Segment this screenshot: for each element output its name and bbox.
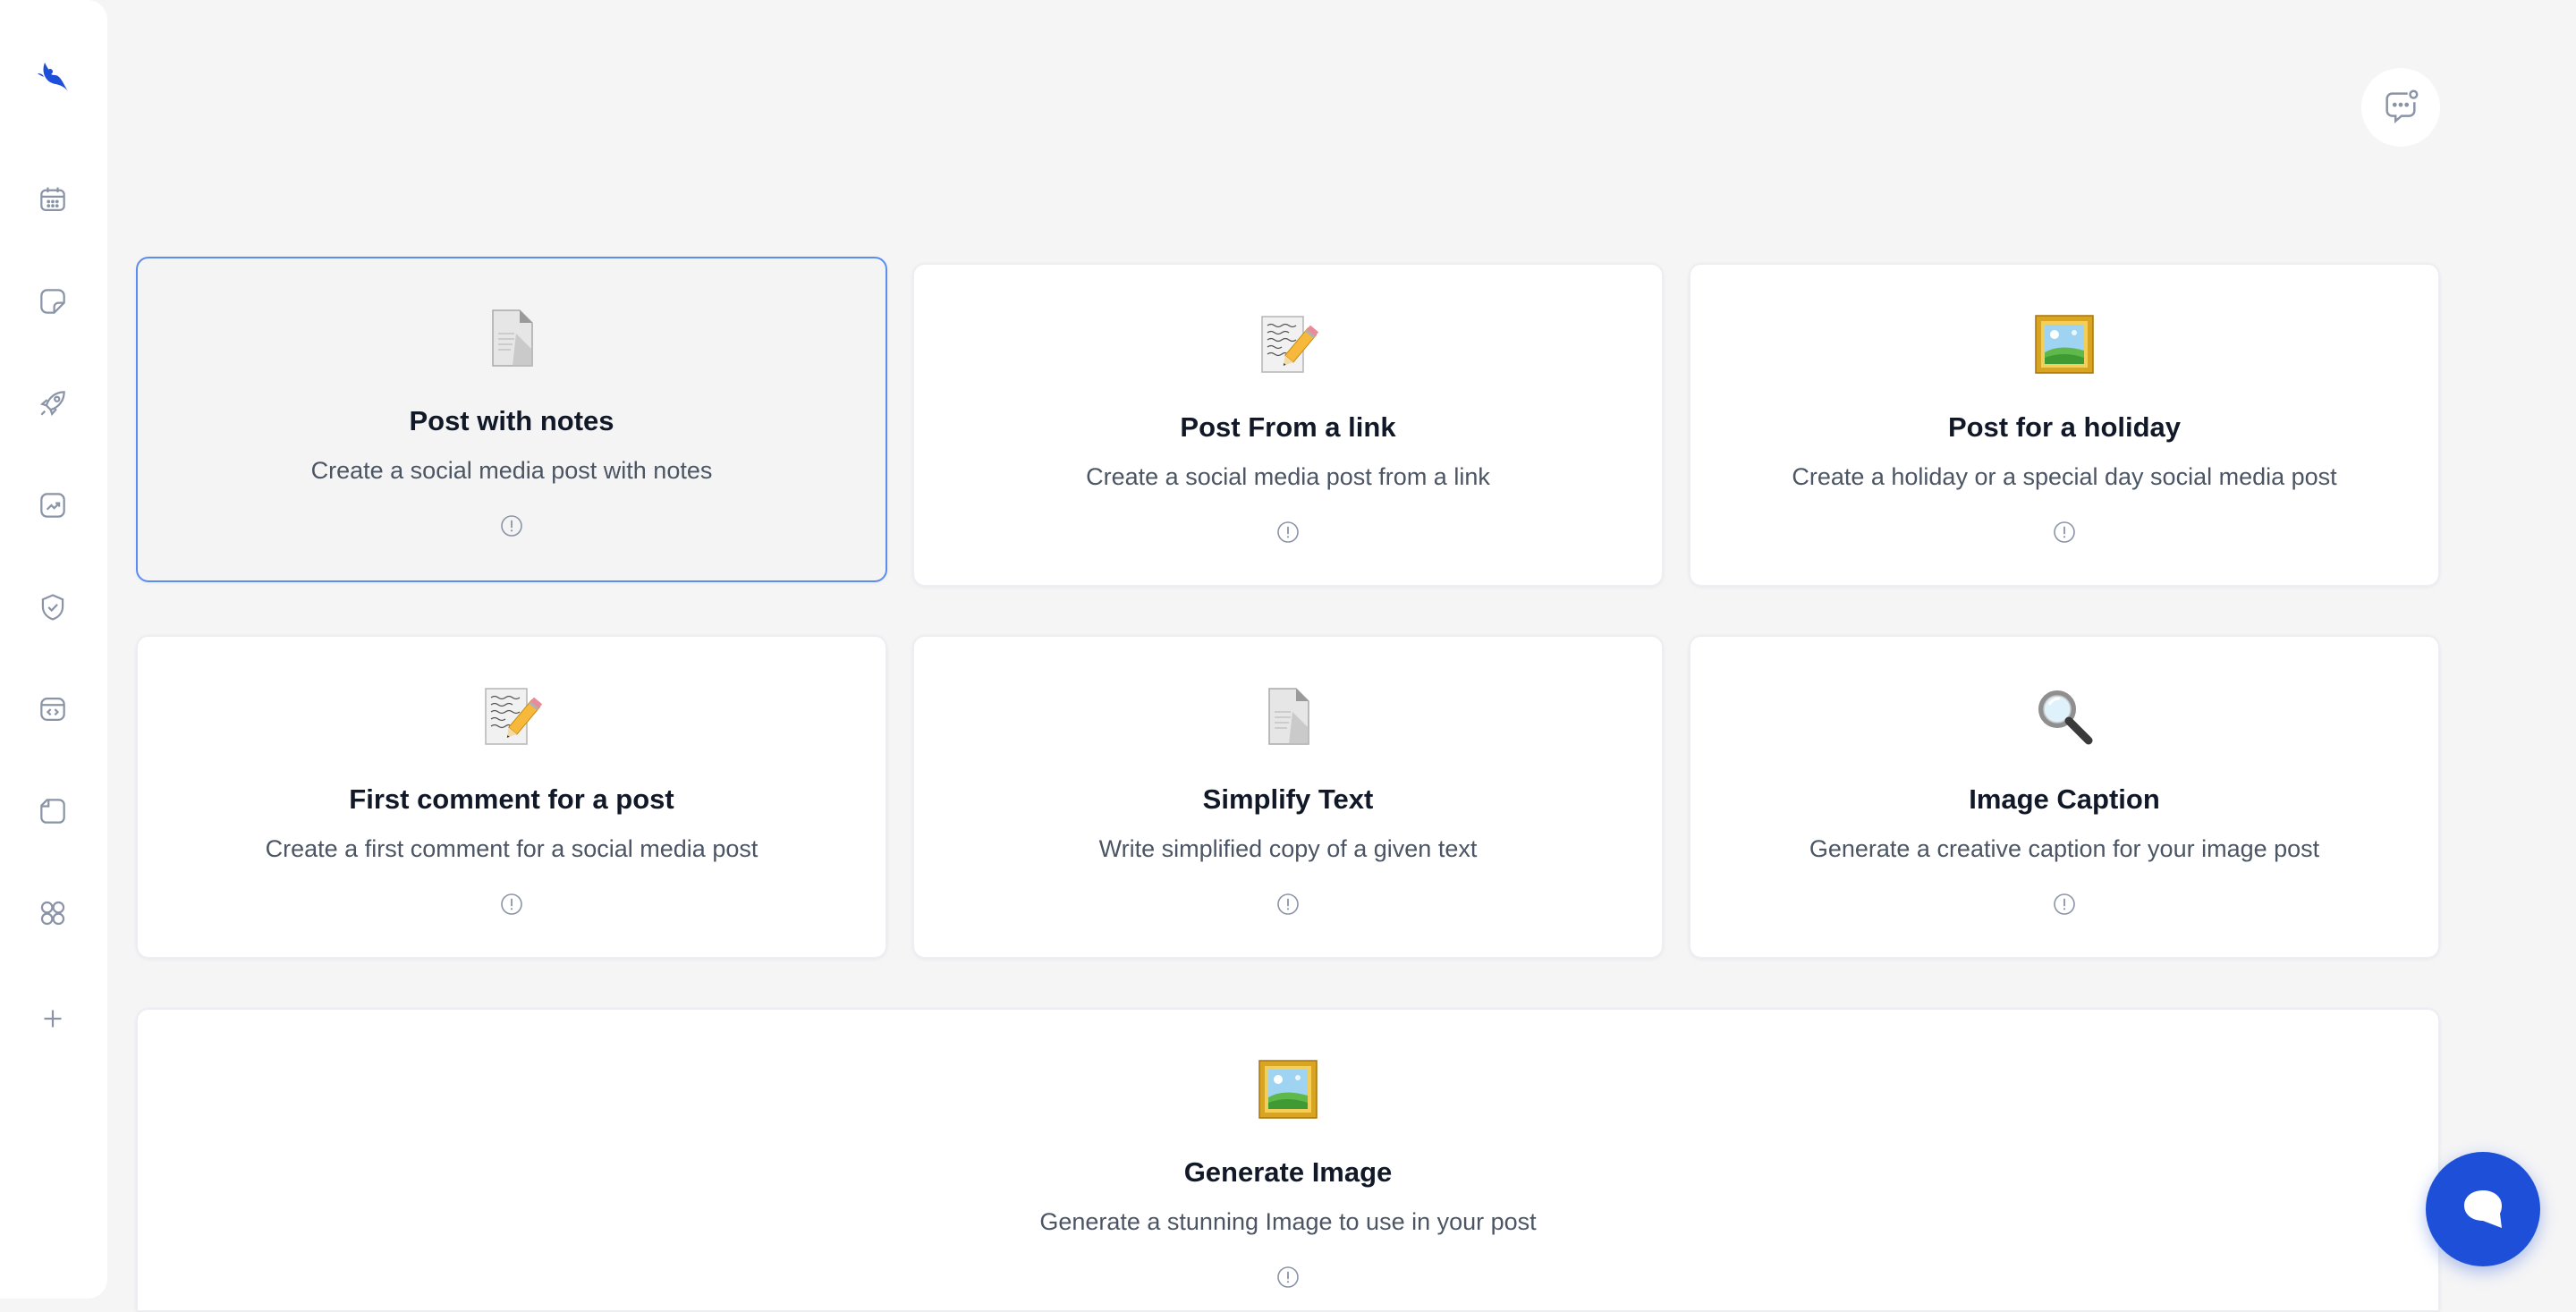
template-card-simplify-text[interactable]: Simplify Text Write simplified copy of a… [912,635,1664,959]
sidebar [0,0,107,1299]
folder-icon [40,799,65,824]
card-description: Create a first comment for a social medi… [265,835,758,862]
card-title: Post for a holiday [1947,411,2182,443]
code-window-icon [40,698,65,721]
magnifier-icon [2033,685,2096,748]
info-icon[interactable] [2053,893,2076,916]
card-title: Post with notes [409,405,614,436]
card-description: Write simplified copy of a given text [1098,835,1478,862]
rocket-icon [39,391,65,417]
sidebar-item-publish[interactable] [27,377,79,429]
analytics-icon [40,493,65,518]
card-title: Generate Image [1183,1156,1393,1188]
info-icon[interactable] [1276,1265,1300,1289]
note-icon [40,289,65,314]
page-icon [480,307,543,369]
chat-bubble-icon [2464,1190,2502,1228]
card-title: Image Caption [1969,783,2160,815]
picture-icon [2033,313,2096,376]
card-description: Create a social media post from a link [1086,463,1490,490]
sidebar-item-files[interactable] [27,785,79,837]
info-icon[interactable] [500,893,523,916]
calendar-icon [40,187,65,211]
feedback-chat-button[interactable] [2361,68,2440,147]
template-card-post-for-a-holiday[interactable]: Post for a holiday Create a holiday or a… [1689,263,2440,587]
sidebar-item-developer[interactable] [27,683,79,735]
shield-check-icon [41,594,64,621]
template-card-post-from-a-link[interactable]: Post From a link Create a social media p… [912,263,1664,587]
memo-icon [480,685,543,748]
sidebar-item-notes[interactable] [27,275,79,327]
info-icon[interactable] [1276,521,1300,544]
card-description: Generate a stunning Image to use in your… [1039,1208,1537,1235]
info-icon[interactable] [500,514,523,537]
sidebar-item-calendar[interactable] [27,174,79,225]
card-title: Simplify Text [1202,783,1374,815]
chat-bubble-dots-icon [2385,89,2419,124]
memo-icon [1257,313,1319,376]
bird-logo-icon[interactable] [32,57,72,97]
template-card-first-comment[interactable]: First comment for a post Create a first … [136,635,887,959]
template-card-generate-image[interactable]: Generate Image Generate a stunning Image… [136,1008,2440,1312]
sidebar-item-add[interactable] [27,993,79,1045]
card-title: First comment for a post [349,783,674,815]
picture-icon [1257,1058,1319,1121]
card-description: Generate a creative caption for your ima… [1809,835,2320,862]
card-description: Create a social media post with notes [310,457,713,484]
plus-icon [44,1010,62,1028]
sidebar-item-apps[interactable] [27,887,79,939]
info-icon[interactable] [2053,521,2076,544]
support-chat-button[interactable] [2426,1152,2540,1266]
sidebar-item-analytics[interactable] [27,479,79,531]
sidebar-item-approvals[interactable] [27,581,79,633]
apps-grid-icon [40,901,65,926]
template-card-post-with-notes[interactable]: Post with notes Create a social media po… [136,257,887,582]
template-card-image-caption[interactable]: Image Caption Generate a creative captio… [1689,635,2440,959]
page-icon [1257,685,1319,748]
info-icon[interactable] [1276,893,1300,916]
card-description: Create a holiday or a special day social… [1792,463,2337,490]
card-title: Post From a link [1180,411,1396,443]
